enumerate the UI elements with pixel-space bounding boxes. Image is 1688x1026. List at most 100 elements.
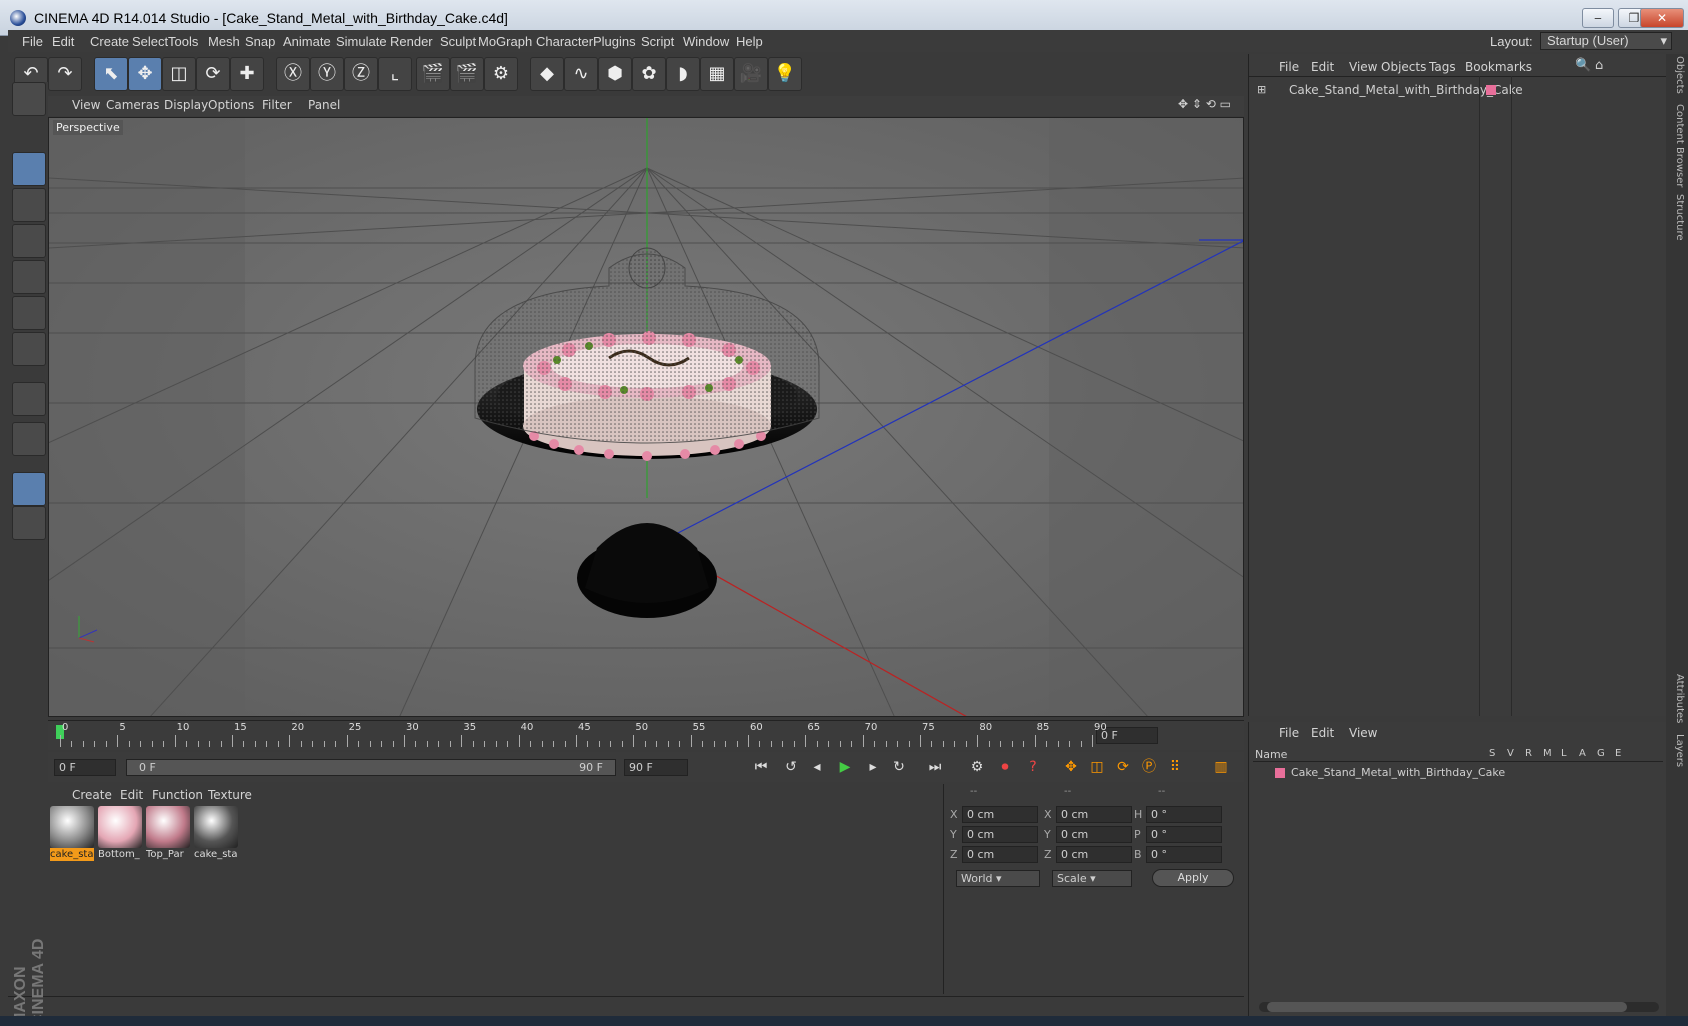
- object-menu-tags[interactable]: Tags: [1429, 60, 1456, 74]
- object-menu-objects[interactable]: Objects: [1381, 60, 1426, 74]
- menu-help[interactable]: Help: [736, 34, 763, 49]
- coord-value-field[interactable]: 0 cm: [1056, 806, 1132, 823]
- menu-animate[interactable]: Animate: [283, 34, 331, 49]
- side-tab-objects[interactable]: Objects: [1669, 56, 1685, 94]
- viewport-menu-panel[interactable]: Panel: [308, 98, 340, 112]
- coord-system-icon[interactable]: ⌞: [378, 57, 412, 91]
- material-tag-icon[interactable]: [1486, 85, 1496, 95]
- array-icon[interactable]: ✿: [632, 57, 666, 91]
- prev-key-icon[interactable]: ↺: [778, 755, 804, 779]
- viewport-nav-icons[interactable]: ✥ ⇕ ⟲ ▭: [1178, 97, 1231, 111]
- menu-script[interactable]: Script: [641, 34, 674, 49]
- minimize-button[interactable]: ‒: [1582, 8, 1614, 28]
- autokey-icon[interactable]: ⚙: [964, 755, 990, 779]
- object-mode-icon[interactable]: [12, 152, 46, 186]
- material-menu-edit[interactable]: Edit: [120, 788, 143, 802]
- redo-icon[interactable]: ↷: [48, 57, 82, 91]
- material-menu-create[interactable]: Create: [72, 788, 112, 802]
- object-menu-edit[interactable]: Edit: [1311, 60, 1334, 74]
- coord-value-field[interactable]: 0 °: [1146, 806, 1222, 823]
- coord-size-dropdown[interactable]: Scale ▾: [1052, 870, 1132, 887]
- viewport-menu-view[interactable]: View: [72, 98, 100, 112]
- floor-icon[interactable]: ▦: [700, 57, 734, 91]
- menu-create[interactable]: Create: [90, 34, 129, 49]
- coord-value-field[interactable]: 0 cm: [1056, 826, 1132, 843]
- menu-character[interactable]: Character: [536, 34, 593, 49]
- viewport-menu-options[interactable]: Options: [208, 98, 254, 112]
- light-icon[interactable]: 💡: [768, 57, 802, 91]
- coord-value-field[interactable]: 0 cm: [962, 826, 1038, 843]
- render-view-icon[interactable]: 🎬: [416, 57, 450, 91]
- key-move-icon[interactable]: ✥: [1058, 755, 1084, 779]
- axis-mode-icon[interactable]: [12, 382, 46, 416]
- magnet-icon[interactable]: [12, 422, 46, 456]
- layer-menu-file[interactable]: File: [1279, 726, 1299, 740]
- side-tab-content-browser[interactable]: Content Browser: [1669, 104, 1685, 187]
- scrollbar-thumb[interactable]: [1267, 1002, 1627, 1012]
- deformer-icon[interactable]: ◗: [666, 57, 700, 91]
- viewport-menu-display[interactable]: Display: [164, 98, 208, 112]
- layer-menu-view[interactable]: View: [1349, 726, 1377, 740]
- viewport-menu-cameras[interactable]: Cameras: [106, 98, 159, 112]
- y-axis-icon[interactable]: Ⓨ: [310, 57, 344, 91]
- menu-simulate[interactable]: Simulate: [336, 34, 387, 49]
- material-menu-texture[interactable]: Texture: [208, 788, 252, 802]
- cube-icon[interactable]: ◆: [530, 57, 564, 91]
- menu-plugins[interactable]: Plugins: [593, 34, 636, 49]
- goto-end-icon[interactable]: ⏭: [922, 755, 948, 779]
- timeline-ruler[interactable]: 0 F 0 5 10 15 20 25 30 35 40 45 50 55 60 65 70 75 80 85 90: [48, 720, 1244, 750]
- nurbs-icon[interactable]: ⬢: [598, 57, 632, 91]
- coord-value-field[interactable]: 0 cm: [962, 806, 1038, 823]
- select-pointer-icon[interactable]: ⬉: [94, 57, 128, 91]
- play-icon[interactable]: ▶: [832, 755, 858, 779]
- coord-value-field[interactable]: 0 cm: [1056, 846, 1132, 863]
- texture-mode-icon[interactable]: [12, 188, 46, 222]
- menu-tools[interactable]: Tools: [168, 34, 198, 49]
- material-swatch[interactable]: cake_sta: [50, 806, 94, 862]
- menu-edit[interactable]: Edit: [52, 34, 74, 49]
- side-tab-structure[interactable]: Structure: [1669, 194, 1685, 241]
- x-axis-icon[interactable]: Ⓧ: [276, 57, 310, 91]
- coord-value-field[interactable]: 0 °: [1146, 846, 1222, 863]
- close-button[interactable]: ✕: [1640, 8, 1684, 28]
- search-icon[interactable]: 🔍: [1575, 58, 1591, 73]
- model-mode-icon[interactable]: [12, 82, 46, 116]
- workplane-lock-icon[interactable]: [12, 506, 46, 540]
- side-tab-layers[interactable]: Layers: [1669, 734, 1685, 767]
- menu-window[interactable]: Window: [683, 34, 729, 49]
- end-frame-field[interactable]: 90 F: [624, 759, 688, 776]
- material-swatch[interactable]: Bottom_: [98, 806, 142, 862]
- horizontal-scrollbar[interactable]: [1259, 1002, 1659, 1012]
- next-key-icon[interactable]: ↻: [886, 755, 912, 779]
- key-rotate-icon[interactable]: ⟳: [1110, 755, 1136, 779]
- help-icon[interactable]: ?: [1020, 755, 1046, 779]
- apply-button[interactable]: Apply: [1152, 869, 1234, 887]
- add-icon[interactable]: ✚: [230, 57, 264, 91]
- workplane-icon[interactable]: [12, 224, 46, 258]
- snap-grid-icon[interactable]: [12, 472, 46, 506]
- timeline-window-icon[interactable]: ▥: [1208, 755, 1234, 779]
- menu-file[interactable]: File: [22, 34, 43, 49]
- key-scale-icon[interactable]: ◫: [1084, 755, 1110, 779]
- perspective-viewport[interactable]: Perspective: [48, 117, 1244, 717]
- scale-icon[interactable]: ◫: [162, 57, 196, 91]
- layer-row[interactable]: Cake_Stand_Metal_with_Birthday_Cake: [1253, 764, 1663, 782]
- side-tab-attributes[interactable]: Attributes: [1669, 674, 1685, 723]
- object-menu-file[interactable]: File: [1279, 60, 1299, 74]
- menu-mograph[interactable]: MoGraph: [478, 34, 532, 49]
- layout-dropdown[interactable]: Startup (User) ▾: [1540, 32, 1672, 50]
- viewport-menu-filter[interactable]: Filter: [262, 98, 292, 112]
- key-param-icon[interactable]: Ⓟ: [1136, 755, 1162, 779]
- preview-range-slider[interactable]: 0 F 90 F: [126, 759, 616, 776]
- render-picture-viewer-icon[interactable]: 🎬: [450, 57, 484, 91]
- layer-menu-edit[interactable]: Edit: [1311, 726, 1334, 740]
- coord-value-field[interactable]: 0 °: [1146, 826, 1222, 843]
- viewport-scene[interactable]: [49, 118, 1244, 717]
- object-menu-bookmarks[interactable]: Bookmarks: [1465, 60, 1532, 74]
- camera-icon[interactable]: 🎥: [734, 57, 768, 91]
- polygons-mode-icon[interactable]: [12, 332, 46, 366]
- record-icon[interactable]: ⏺: [992, 755, 1018, 779]
- render-settings-icon[interactable]: ⚙: [484, 57, 518, 91]
- z-axis-icon[interactable]: Ⓩ: [344, 57, 378, 91]
- step-back-icon[interactable]: ◂: [804, 755, 830, 779]
